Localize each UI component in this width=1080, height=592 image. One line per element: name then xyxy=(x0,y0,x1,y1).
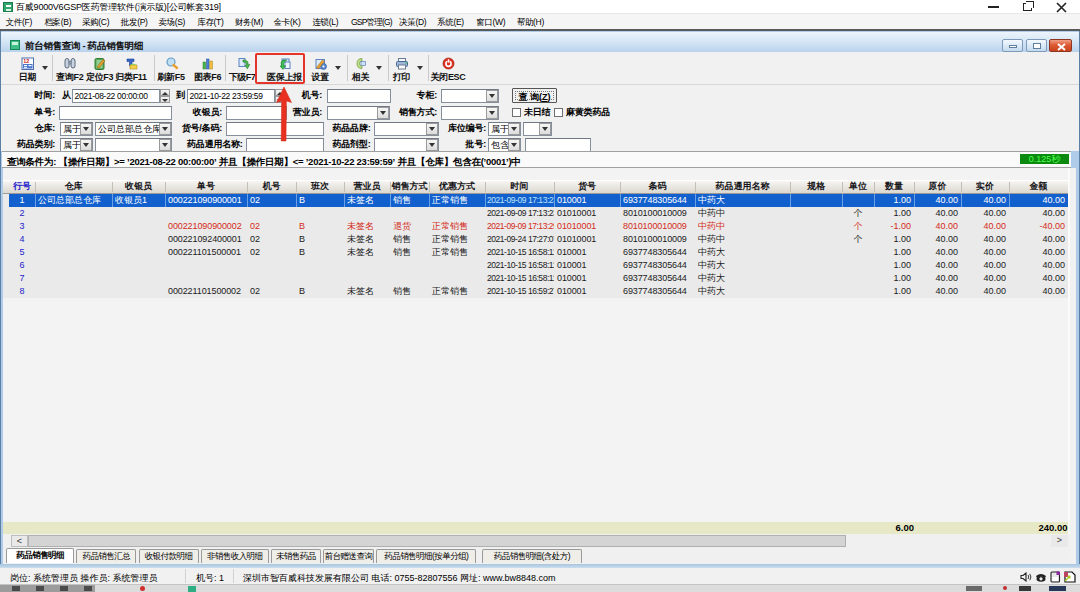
svg-text:12: 12 xyxy=(23,58,29,64)
